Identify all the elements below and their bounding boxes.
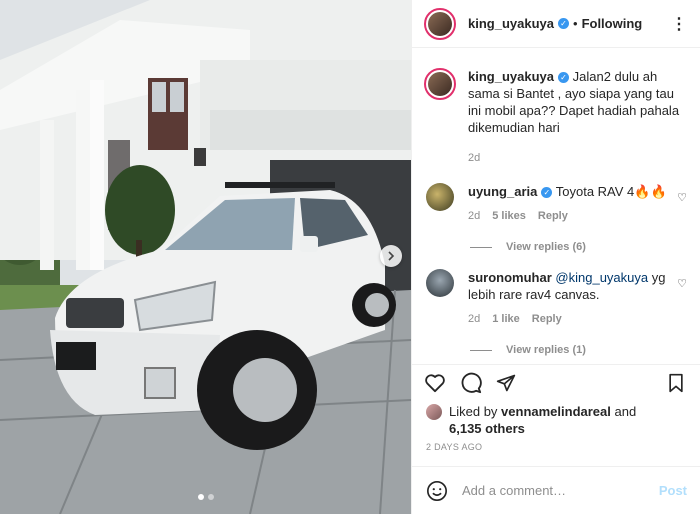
- author-avatar[interactable]: [424, 7, 456, 40]
- liker-username[interactable]: vennamelindareal: [501, 404, 611, 419]
- save-bookmark-icon[interactable]: [667, 373, 685, 393]
- more-horizontal-icon[interactable]: ⋮: [671, 14, 688, 34]
- following-button[interactable]: Following: [582, 16, 643, 31]
- verified-badge-icon: ✓: [558, 72, 569, 84]
- comment-item: suronomuhar @king_uyakuya yg lebih rare …: [426, 269, 687, 328]
- commenter-avatar[interactable]: [426, 269, 454, 297]
- carousel-dot: [208, 494, 214, 500]
- commenter-username[interactable]: suronomuhar: [468, 270, 552, 285]
- comment-bubble-icon[interactable]: [460, 372, 482, 394]
- comment-input[interactable]: [462, 483, 659, 498]
- comment-likes[interactable]: 1 like: [492, 311, 520, 328]
- verified-badge-icon: ✓: [558, 18, 569, 29]
- header-separator: •: [573, 16, 578, 31]
- commenter-avatar[interactable]: [426, 183, 454, 211]
- likes-others-count[interactable]: 6,135 others: [449, 421, 525, 436]
- share-send-icon[interactable]: [496, 373, 516, 393]
- fire-emoji-icon: 🔥🔥: [634, 184, 667, 199]
- caption-avatar[interactable]: [424, 68, 456, 100]
- emoji-smiley-icon[interactable]: [426, 480, 448, 502]
- post-header: king_uyakuya ✓ • Following ⋮: [412, 0, 700, 48]
- comment-like-heart-icon[interactable]: ♡: [677, 277, 687, 290]
- comment-likes[interactable]: 5 likes: [492, 208, 526, 225]
- view-replies-label: View replies (6): [506, 241, 586, 253]
- likes-connector: and: [614, 404, 637, 419]
- post-side-panel: king_uyakuya ✓ • Following ⋮ king_uyakuy…: [411, 0, 700, 514]
- caption-time: 2d: [468, 152, 481, 164]
- comments-section: king_uyakuya ✓ Jalan2 dulu ah sama si Ban…: [412, 56, 700, 356]
- post-timestamp[interactable]: 2 DAYS AGO: [426, 442, 482, 452]
- likes-prefix: Liked by: [449, 404, 498, 419]
- comment-mention-link[interactable]: @king_uyakuya: [555, 270, 648, 285]
- car-photo-illustration: [0, 0, 411, 514]
- verified-badge-icon: ✓: [541, 187, 553, 199]
- comment-time: 2d: [468, 313, 481, 325]
- author-username[interactable]: king_uyakuya: [468, 16, 554, 31]
- chevron-right-icon: [388, 251, 395, 261]
- carousel-indicator: [198, 494, 214, 500]
- reply-button[interactable]: Reply: [532, 311, 562, 328]
- post-comment-button[interactable]: Post: [659, 483, 687, 498]
- add-comment-bar: Post: [412, 466, 700, 514]
- carousel-dot-active: [198, 494, 204, 500]
- commenter-username[interactable]: uyung_aria: [468, 184, 537, 199]
- next-slide-button[interactable]: [380, 245, 402, 267]
- like-heart-icon[interactable]: [424, 373, 446, 393]
- comment-item: uyung_aria ✓ Toyota RAV 4🔥🔥 2d 5 likes Re…: [426, 183, 687, 225]
- view-replies-label: View replies (1): [506, 344, 586, 356]
- view-replies-button[interactable]: View replies (6): [470, 241, 687, 253]
- comment-like-heart-icon[interactable]: ♡: [677, 191, 687, 204]
- comment-text: Toyota RAV 4: [555, 184, 635, 199]
- reply-button[interactable]: Reply: [538, 208, 568, 225]
- post-photo[interactable]: [0, 0, 411, 514]
- caption-username[interactable]: king_uyakuya: [468, 69, 554, 84]
- action-bar: [412, 364, 700, 400]
- liker-avatar[interactable]: [426, 404, 442, 420]
- view-replies-button[interactable]: View replies (1): [470, 344, 687, 356]
- likes-summary: Liked by vennamelindareal and 6,135 othe…: [426, 403, 636, 437]
- caption: king_uyakuya ✓ Jalan2 dulu ah sama si Ban…: [424, 68, 687, 167]
- comment-time: 2d: [468, 210, 481, 222]
